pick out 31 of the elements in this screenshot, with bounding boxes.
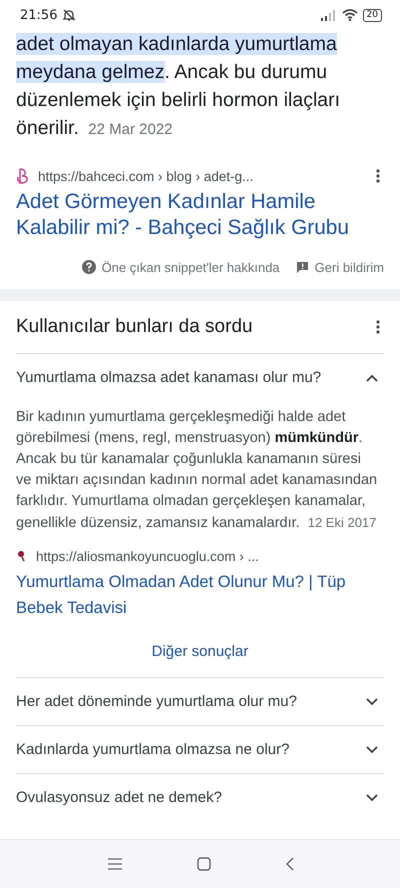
chevron-icon <box>366 698 378 706</box>
chevron-icon <box>366 794 378 802</box>
help-icon[interactable] <box>82 260 96 274</box>
mute-icon <box>62 8 76 22</box>
battery-indicator: 20 <box>362 8 382 22</box>
signal-icon <box>320 10 337 20</box>
back-icon[interactable] <box>284 857 294 871</box>
chevron-icon <box>366 374 378 382</box>
more-icon[interactable] <box>376 169 380 183</box>
question-row[interactable]: Yumurtlama olmazsa adet kanaması olur mu? <box>16 353 384 401</box>
more-results-link[interactable]: Diğer sonuçlar <box>152 642 248 660</box>
result-title-link[interactable]: Adet Görmeyen Kadınlar Hamile Kalabilir mi? - Bahçeci Sağlık Grubu <box>0 189 400 241</box>
status-time: 21:56 <box>20 8 58 22</box>
source-url[interactable]: https://aliosmankoyuncuoglu.com › ... <box>36 548 259 564</box>
wifi-icon <box>342 9 358 21</box>
question-row[interactable]: Her adet döneminde yumurtlama olur mu? <box>16 677 384 725</box>
more-icon[interactable] <box>376 320 380 334</box>
site-favicon <box>16 168 30 184</box>
about-snippets-link[interactable]: Öne çıkan snippet'ler hakkında <box>102 260 280 274</box>
section-heading: Kullanıcılar bunları da sordu <box>16 316 253 338</box>
question-row[interactable]: Ovulasyonsuz adet ne demek? <box>16 773 384 821</box>
feedback-icon[interactable] <box>296 260 309 274</box>
feedback-link[interactable]: Geri bildirim <box>314 260 384 274</box>
chevron-icon <box>366 746 378 754</box>
snippet-text: adet olmayan kadınlarda yumurtlama meydana gelmez. Ancak bu durumu düzenlemek için belirli hormon ilaçları önerilir. 22 Mar 2022 <box>15 32 342 141</box>
answer-text: Bir kadının yumurtlama gerçekleşmediği halde adet görebilmesi (mens, regl, menstruasyon) mümkündür. Ancak bu tür kanamalar çoğunlukla kanamanın süresi ve miktarı açısından kadının normal adet kanamasından farklıdır. Yumurtlama olmadan gerçekleşen kanamalar, genellikle düzensiz, zamansız kanamalardır. 12 Eki 2017 <box>16 408 378 533</box>
source-url[interactable]: https://bahceci.com › blog › adet-g... <box>38 168 254 184</box>
answer-title-link[interactable]: Yumurtlama Olmadan Adet Olunur Mu? | Tüp Bebek Tedavisi <box>16 569 374 621</box>
question-row[interactable]: Kadınlarda yumurtlama olmazsa ne olur? <box>16 725 384 773</box>
home-icon[interactable] <box>196 857 210 871</box>
menu-icon[interactable] <box>106 858 122 870</box>
